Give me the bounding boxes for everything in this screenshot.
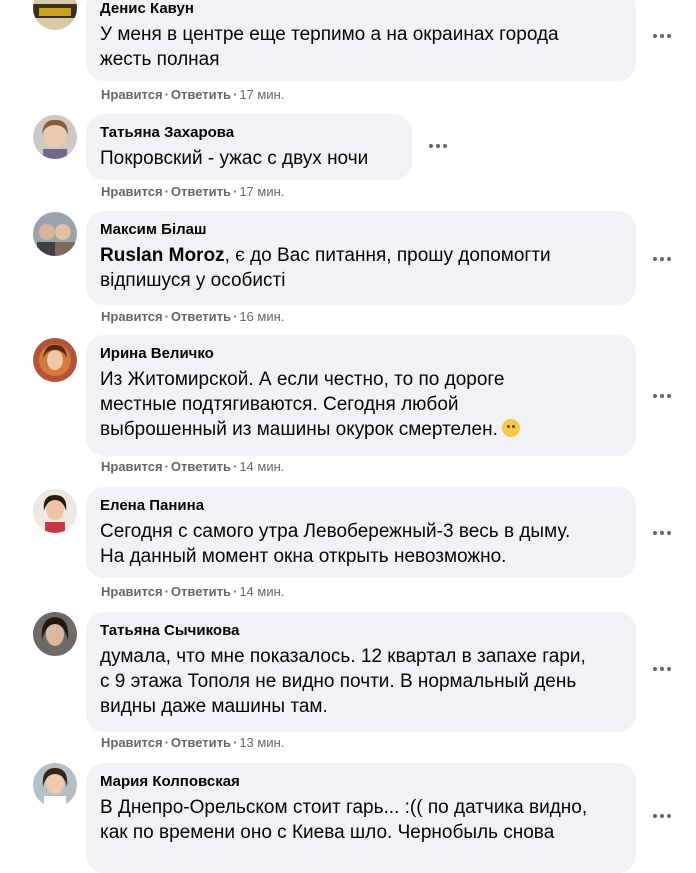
comment-author[interactable]: Татьяна Сычикова xyxy=(100,621,622,640)
reply-button[interactable]: Ответить xyxy=(171,184,231,199)
more-options-icon[interactable] xyxy=(648,249,676,269)
separator: · xyxy=(232,735,238,750)
comment-timestamp[interactable]: 16 мин. xyxy=(239,309,284,324)
separator: · xyxy=(232,584,238,599)
separator: · xyxy=(232,87,238,102)
comment-text-line: местные подтягиваются. Сегодня любой xyxy=(100,394,459,415)
avatar[interactable] xyxy=(33,489,77,533)
comment-text-line: Из Житомирской. А если честно, то по дор… xyxy=(100,369,505,390)
like-button[interactable]: Нравится xyxy=(101,309,163,324)
comment-text: В Днепро-Орельском стоит гарь... :(( по … xyxy=(100,795,622,845)
reply-button[interactable]: Ответить xyxy=(171,735,231,750)
comment-timestamp[interactable]: 14 мин. xyxy=(239,459,284,474)
comment-actions: Нравится · Ответить · 16 мин. xyxy=(101,309,284,325)
more-options-icon[interactable] xyxy=(648,26,676,46)
more-options-icon[interactable] xyxy=(648,806,676,826)
comment-author[interactable]: Ирина Величко xyxy=(100,344,622,363)
like-button[interactable]: Нравится xyxy=(101,584,163,599)
comment-bubble: Максим Білаш Ruslan Moroz, є до Вас пита… xyxy=(86,211,636,305)
more-options-icon[interactable] xyxy=(424,136,452,156)
more-options-icon[interactable] xyxy=(648,659,676,679)
comment-bubble: Ирина Величко Из Житомирской. А если чес… xyxy=(86,335,636,456)
comment-actions: Нравится · Ответить · 13 мин. xyxy=(101,735,284,751)
avatar[interactable] xyxy=(33,338,77,382)
separator: · xyxy=(232,459,238,474)
comment-text-line: Ruslan Moroz, є до Вас питання, прошу до… xyxy=(100,243,622,268)
like-button[interactable]: Нравится xyxy=(101,735,163,750)
reply-button[interactable]: Ответить xyxy=(171,309,231,324)
comment-text: Покровский - ужас с двух ночи xyxy=(100,146,398,171)
comment-author[interactable]: Елена Панина xyxy=(100,496,622,515)
comment-bubble: Мария Колповская В Днепро-Орельском стои… xyxy=(86,763,636,873)
comment-text-line: Покровский - ужас с двух ночи xyxy=(100,148,369,169)
comment-author[interactable]: Татьяна Захарова xyxy=(100,123,398,142)
reply-button[interactable]: Ответить xyxy=(171,87,231,102)
avatar[interactable] xyxy=(33,612,77,656)
user-mention-link[interactable]: Ruslan Moroz xyxy=(100,245,225,266)
separator: · xyxy=(232,309,238,324)
comment-text-line: выброшенный из машины окурок смертелен. xyxy=(100,417,622,442)
comment-text-line: думала, что мне показалось. 12 квартал в… xyxy=(100,646,586,667)
separator: · xyxy=(164,735,169,750)
more-options-icon[interactable] xyxy=(648,386,676,406)
comment-timestamp[interactable]: 14 мин. xyxy=(239,584,284,599)
comment-text-line: У меня в центре еще терпимо а на окраина… xyxy=(100,24,559,45)
comment-text: Из Житомирской. А если честно, то по дор… xyxy=(100,367,622,442)
more-options-icon[interactable] xyxy=(648,523,676,543)
comment-text-fragment: , є до Вас питання, прошу допомогти xyxy=(224,245,551,266)
reply-button[interactable]: Ответить xyxy=(171,459,231,474)
comment-author[interactable]: Денис Кавун xyxy=(100,0,622,18)
comment-timestamp[interactable]: 17 мин. xyxy=(239,87,284,102)
avatar[interactable] xyxy=(33,212,77,256)
comment-author[interactable]: Мария Колповская xyxy=(100,772,622,791)
avatar[interactable] xyxy=(33,115,77,159)
comment-actions: Нравится · Ответить · 14 мин. xyxy=(101,459,284,475)
like-button[interactable]: Нравится xyxy=(101,459,163,474)
separator: · xyxy=(164,309,169,324)
sad-face-emoji xyxy=(501,419,520,437)
comments-list: Денис Кавун У меня в центре еще терпимо … xyxy=(0,0,696,873)
comment-actions: Нравится · Ответить · 17 мин. xyxy=(101,87,284,103)
comment-text: У меня в центре еще терпимо а на окраина… xyxy=(100,22,622,72)
comment-text: Сегодня с самого утра Левобережный-3 вес… xyxy=(100,519,622,569)
comment-text-fragment: выброшенный из машины окурок смертелен. xyxy=(100,419,498,440)
like-button[interactable]: Нравится xyxy=(101,184,163,199)
separator: · xyxy=(164,459,169,474)
separator: · xyxy=(164,87,169,102)
comment-author[interactable]: Максим Білаш xyxy=(100,220,622,239)
comment-actions: Нравится · Ответить · 17 мин. xyxy=(101,184,284,200)
comment-bubble: Денис Кавун У меня в центре еще терпимо … xyxy=(86,0,636,81)
comment-text-line: На данный момент окна открыть невозможно… xyxy=(100,546,507,567)
comment-bubble: Татьяна Захарова Покровский - ужас с дву… xyxy=(86,114,412,180)
comment-text-line: відпишуся у особисті xyxy=(100,270,286,291)
reply-button[interactable]: Ответить xyxy=(171,584,231,599)
comment-text-line: жесть полная xyxy=(100,49,220,70)
comment-text: Ruslan Moroz, є до Вас питання, прошу до… xyxy=(100,243,622,293)
comment-bubble: Татьяна Сычикова думала, что мне показал… xyxy=(86,612,636,732)
comment-text-line: В Днепро-Орельском стоит гарь... :(( по … xyxy=(100,797,588,818)
separator: · xyxy=(164,184,169,199)
comment-timestamp[interactable]: 17 мин. xyxy=(239,184,284,199)
avatar[interactable] xyxy=(33,763,77,807)
avatar[interactable] xyxy=(33,0,77,30)
comment-timestamp[interactable]: 13 мин. xyxy=(239,735,284,750)
comment-actions: Нравится · Ответить · 14 мин. xyxy=(101,584,284,600)
comment-bubble: Елена Панина Сегодня с самого утра Левоб… xyxy=(86,487,636,578)
comment-text: думала, что мне показалось. 12 квартал в… xyxy=(100,644,622,719)
comment-text-line: видны даже машины там. xyxy=(100,696,328,717)
comment-text-line: Сегодня с самого утра Левобережный-3 вес… xyxy=(100,521,571,542)
like-button[interactable]: Нравится xyxy=(101,87,163,102)
separator: · xyxy=(232,184,238,199)
separator: · xyxy=(164,584,169,599)
comment-text-line: с 9 этажа Тополя не видно почти. В норма… xyxy=(100,671,577,692)
